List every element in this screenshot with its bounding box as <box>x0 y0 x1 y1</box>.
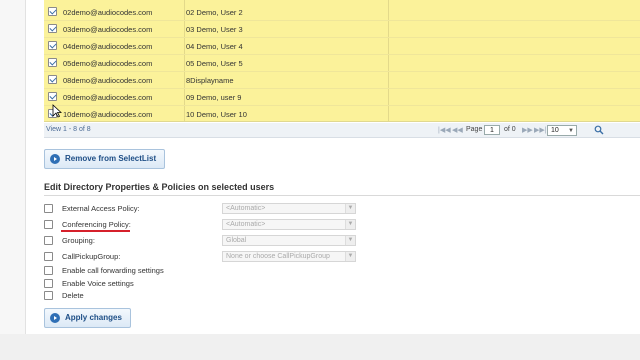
grouping-select[interactable]: Global ▼ <box>222 235 356 246</box>
property-label: Enable call forwarding settings <box>62 266 164 275</box>
first-page-icon[interactable]: |◀◀ <box>438 126 451 134</box>
external-access-policy-select[interactable]: <Automatic> ▼ <box>222 203 356 214</box>
rows-per-page-value: 10 <box>551 127 559 134</box>
page-label: Page <box>466 126 483 133</box>
next-page-icon[interactable]: ▶▶ <box>522 126 533 134</box>
row-checkbox[interactable] <box>48 41 57 50</box>
apply-button-label: Apply changes <box>65 313 122 322</box>
user-display-name: 04 Demo, User 4 <box>186 42 243 51</box>
property-label: Enable Voice settings <box>62 279 134 288</box>
table-row[interactable]: 08demo@audiocodes.com 8Displayname <box>44 72 640 89</box>
arrow-circle-icon <box>50 154 60 164</box>
user-display-name: 02 Demo, User 2 <box>186 8 243 17</box>
user-email: 05demo@audiocodes.com <box>63 59 153 68</box>
user-email: 10demo@audiocodes.com <box>63 110 153 119</box>
select-value: <Automatic> <box>226 205 266 212</box>
select-value: <Automatic> <box>226 221 266 228</box>
table-row[interactable]: 09demo@audiocodes.com 09 Demo, user 9 <box>44 89 640 106</box>
property-label: External Access Policy: <box>62 204 140 213</box>
property-checkbox[interactable] <box>44 236 53 245</box>
table-row[interactable]: 02demo@audiocodes.com 02 Demo, User 2 <box>44 4 640 21</box>
property-enable-call-forwarding: Enable call forwarding settings <box>44 265 364 277</box>
view-record-count: View 1 - 8 of 8 <box>46 126 91 133</box>
table-row[interactable]: 03demo@audiocodes.com 03 Demo, User 3 <box>44 21 640 38</box>
property-checkbox[interactable] <box>44 204 53 213</box>
last-page-icon[interactable]: ▶▶| <box>534 126 547 134</box>
chevron-down-icon: ▼ <box>345 204 355 213</box>
property-delete: Delete <box>44 290 364 302</box>
property-checkbox[interactable] <box>44 291 53 300</box>
page-number-input[interactable]: 1 <box>484 125 500 135</box>
row-checkbox[interactable] <box>48 24 57 33</box>
page-of-label: of 0 <box>504 126 516 133</box>
search-icon[interactable] <box>594 125 604 135</box>
property-label: CallPickupGroup: <box>62 252 121 261</box>
selected-users-grid: 02demo@audiocodes.com 02 Demo, User 2 03… <box>44 0 640 122</box>
property-checkbox[interactable] <box>44 220 53 229</box>
conferencing-policy-select[interactable]: <Automatic> ▼ <box>222 219 356 230</box>
table-row[interactable]: 10demo@audiocodes.com 10 Demo, User 10 <box>44 106 640 123</box>
property-checkbox[interactable] <box>44 252 53 261</box>
chevron-down-icon: ▼ <box>568 128 574 134</box>
chevron-down-icon: ▼ <box>345 252 355 261</box>
property-enable-voice-settings: Enable Voice settings <box>44 278 364 290</box>
user-display-name: 10 Demo, User 10 <box>186 110 247 119</box>
mouse-cursor-icon <box>52 104 62 118</box>
property-label: Delete <box>62 291 84 300</box>
table-row[interactable]: 04demo@audiocodes.com 04 Demo, User 4 <box>44 38 640 55</box>
row-checkbox[interactable] <box>48 7 57 16</box>
user-management-page: 02demo@audiocodes.com 02 Demo, User 2 03… <box>0 0 640 334</box>
annotation-underline <box>61 230 130 232</box>
prev-page-icon[interactable]: ◀◀ <box>452 126 463 134</box>
section-title: Edit Directory Properties & Policies on … <box>44 182 275 192</box>
row-checkbox[interactable] <box>48 92 57 101</box>
user-email: 03demo@audiocodes.com <box>63 25 153 34</box>
select-value: None or choose CallPickupGroup <box>226 253 330 260</box>
property-checkbox[interactable] <box>44 266 53 275</box>
property-checkbox[interactable] <box>44 279 53 288</box>
arrow-circle-icon <box>50 313 60 323</box>
user-display-name: 8Displayname <box>186 76 234 85</box>
remove-button-label: Remove from SelectList <box>65 154 157 163</box>
rows-per-page-select[interactable]: 10 ▼ <box>547 125 577 136</box>
chevron-down-icon: ▼ <box>345 220 355 229</box>
left-panel-edge <box>0 0 26 334</box>
grid-pager: View 1 - 8 of 8 |◀◀ ◀◀ Page 1 of 0 ▶▶ ▶▶… <box>44 123 640 138</box>
row-checkbox[interactable] <box>48 75 57 84</box>
remove-from-selectlist-button[interactable]: Remove from SelectList <box>44 149 166 169</box>
section-divider <box>44 195 640 196</box>
user-display-name: 05 Demo, User 5 <box>186 59 243 68</box>
user-email: 09demo@audiocodes.com <box>63 93 153 102</box>
property-label: Grouping: <box>62 236 95 245</box>
user-display-name: 03 Demo, User 3 <box>186 25 243 34</box>
select-value: Global <box>226 237 247 244</box>
chevron-down-icon: ▼ <box>345 236 355 245</box>
user-email: 02demo@audiocodes.com <box>63 8 153 17</box>
row-checkbox[interactable] <box>48 58 57 67</box>
property-label: Conferencing Policy: <box>62 220 131 229</box>
user-display-name: 09 Demo, user 9 <box>186 93 242 102</box>
callpickupgroup-select[interactable]: None or choose CallPickupGroup ▼ <box>222 251 356 262</box>
apply-changes-button[interactable]: Apply changes <box>44 308 131 328</box>
user-email: 04demo@audiocodes.com <box>63 42 153 51</box>
user-email: 08demo@audiocodes.com <box>63 76 153 85</box>
table-row[interactable]: 05demo@audiocodes.com 05 Demo, User 5 <box>44 55 640 72</box>
